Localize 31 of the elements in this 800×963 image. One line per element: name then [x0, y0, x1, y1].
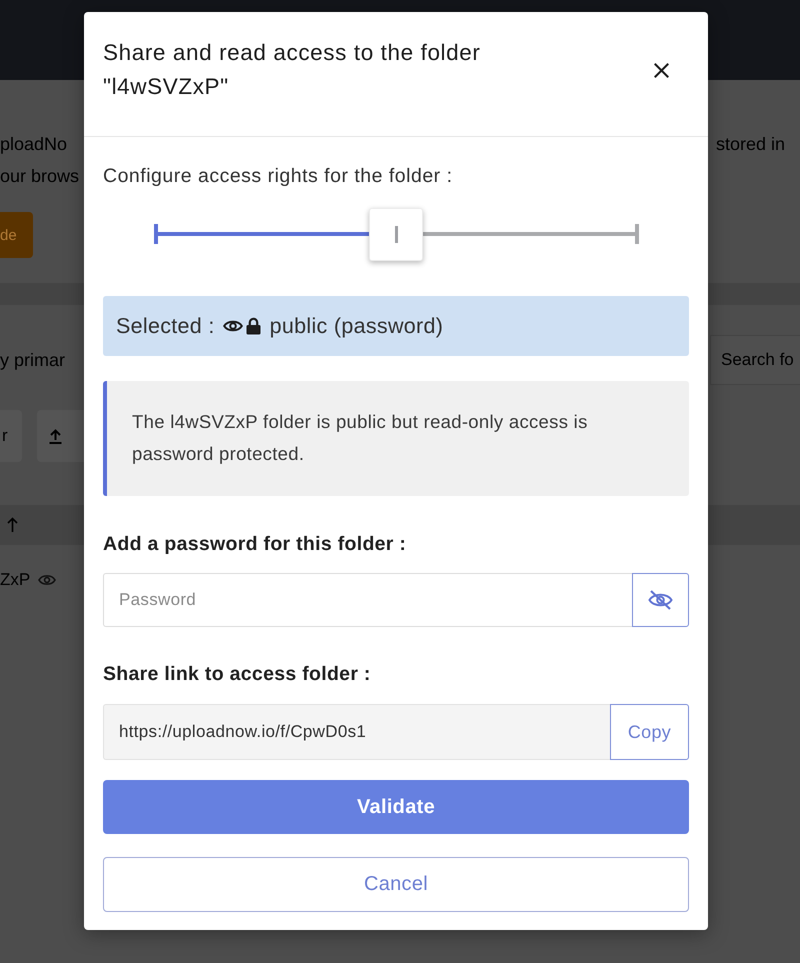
validate-button[interactable]: Validate: [103, 780, 689, 834]
password-label: Add a password for this folder :: [103, 532, 408, 556]
access-slider[interactable]: [154, 208, 638, 261]
eye-icon: [38, 573, 56, 587]
upload-icon: [49, 428, 62, 444]
toolbar-button[interactable]: r: [0, 410, 22, 462]
cancel-button[interactable]: Cancel: [103, 857, 689, 912]
folder-name[interactable]: ZxP: [0, 570, 30, 590]
selection-value: public (password): [270, 314, 444, 338]
eye-icon: [222, 319, 243, 333]
selection-label: Selected :: [116, 314, 215, 338]
action-button[interactable]: de: [0, 212, 33, 258]
dialog-title: Share and read access to the folder "l4wSVZxP": [103, 39, 482, 101]
notice-text: The l4wSVZxP folder is public but read-only access is password protected.: [132, 410, 589, 466]
share-link-label: Share link to access folder :: [103, 662, 372, 686]
section-title: y primar: [0, 349, 66, 372]
lock-icon: [246, 317, 261, 335]
share-link-field[interactable]: https://uploadnow.io/f/CpwD0s1: [103, 704, 610, 760]
close-icon: [654, 62, 668, 78]
close-button[interactable]: [653, 62, 669, 78]
password-visibility-button[interactable]: [632, 573, 689, 627]
sort-arrow-icon[interactable]: [7, 517, 18, 533]
access-label: Configure access rights for the folder :: [103, 164, 454, 188]
search-field[interactable]: Search fo: [710, 335, 800, 385]
intro-text: ploadNo: [0, 133, 68, 156]
password-field[interactable]: Password: [103, 573, 632, 627]
copy-button[interactable]: Copy: [610, 704, 689, 760]
intro-text: stored in: [716, 134, 786, 154]
upload-button[interactable]: [37, 410, 84, 462]
slider-thumb[interactable]: [369, 208, 423, 261]
intro-text: our brows: [0, 165, 80, 188]
